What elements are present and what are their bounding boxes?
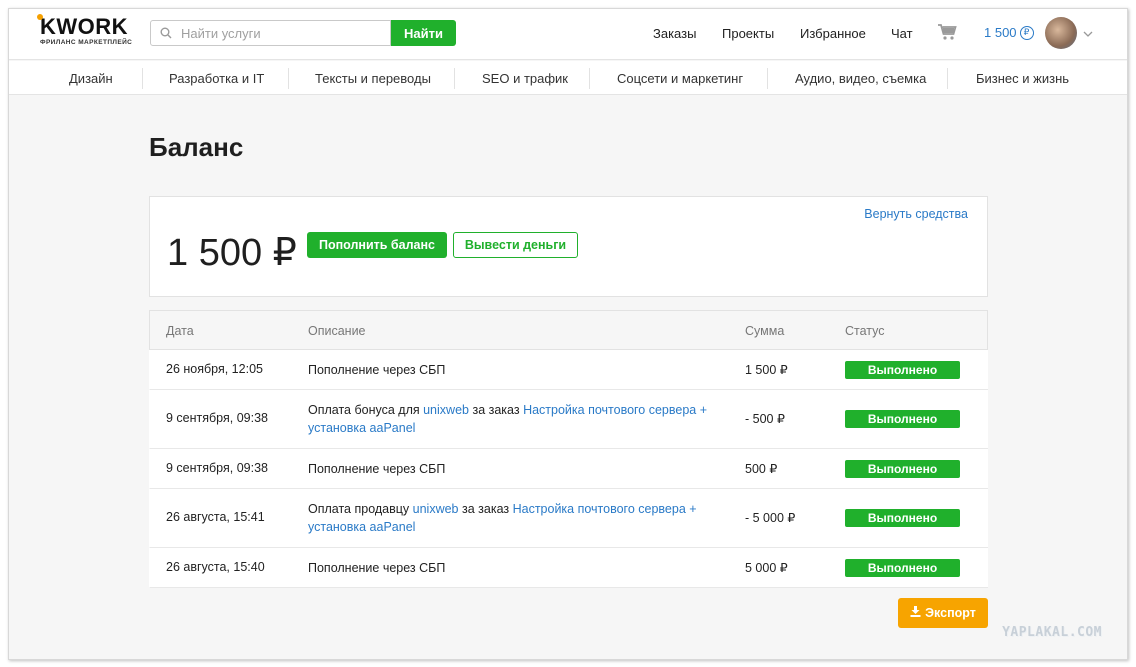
category-seo[interactable]: SEO и трафик [482,71,568,86]
nav-chat[interactable]: Чат [891,26,913,41]
category-divider [454,68,455,89]
nav-projects[interactable]: Проекты [722,26,774,41]
row-description: Пополнение через СБП [308,361,728,379]
logo-dot-icon [37,14,43,20]
row-description: Пополнение через СБП [308,559,728,577]
row-description-mid: за заказ [468,403,524,417]
category-divider [142,68,143,89]
download-icon [910,606,921,620]
category-divider [767,68,768,89]
table-row: 9 сентября, 09:38 Оплата бонуса для unix… [149,390,988,449]
logo-subtitle: ФРИЛАНС МАРКЕТПЛЕЙС [40,39,133,46]
row-description-text: Пополнение через СБП [308,561,446,575]
export-button[interactable]: Экспорт [898,598,988,628]
row-amount: 500 ₽ [745,462,778,476]
browser-frame: KWORK ФРИЛАНС МАРКЕТПЛЕЙС Найти Заказы П… [8,8,1128,660]
row-date: 26 ноября, 12:05 [166,362,263,376]
row-date: 9 сентября, 09:38 [166,461,268,475]
row-description-text: Пополнение через СБП [308,363,446,377]
header-balance[interactable]: 1 500 ₽ [984,25,1034,40]
row-amount: 1 500 ₽ [745,363,788,377]
row-description: Пополнение через СБП [308,460,728,478]
category-texts[interactable]: Тексты и переводы [315,71,431,86]
row-date: 26 августа, 15:40 [166,560,265,574]
category-divider [288,68,289,89]
header-status: Статус [845,324,885,338]
nav-orders[interactable]: Заказы [653,26,696,41]
row-description-mid: за заказ [458,502,513,516]
status-badge: Выполнено [845,559,960,577]
nav-favorites[interactable]: Избранное [800,26,866,41]
category-dev-it[interactable]: Разработка и IT [169,71,264,86]
table-row: 9 сентября, 09:38 Пополнение через СБП 5… [149,449,988,489]
site-header: KWORK ФРИЛАНС МАРКЕТПЛЕЙС Найти Заказы П… [9,9,1127,60]
table-row: 26 августа, 15:40 Пополнение через СБП 5… [149,548,988,588]
page-title: Баланс [149,132,244,162]
table-row: 26 августа, 15:41 Оплата продавцу unixwe… [149,489,988,548]
watermark-logo: YAPLAKAL.COM [1002,625,1102,640]
balance-amount: 1 500 ₽ [167,232,297,274]
row-amount: 5 000 ₽ [745,561,788,575]
header-balance-amount: 1 500 [984,25,1017,40]
category-business[interactable]: Бизнес и жизнь [976,71,1069,86]
status-badge: Выполнено [845,361,960,379]
row-description-text: Оплата продавцу [308,502,413,516]
category-divider [589,68,590,89]
row-date: 26 августа, 15:41 [166,510,265,524]
row-description-text: Оплата бонуса для [308,403,424,417]
user-link[interactable]: unixweb [413,502,459,516]
row-amount: - 500 ₽ [745,412,785,426]
row-description: Оплата продавцу unixweb за заказ Настрой… [308,500,728,536]
balance-card: 1 500 ₽ Пополнить баланс Вывести деньги … [149,196,988,297]
withdraw-button[interactable]: Вывести деньги [453,232,578,258]
status-badge: Выполнено [845,460,960,478]
status-badge: Выполнено [845,410,960,428]
search-box [150,20,391,46]
category-audio-video[interactable]: Аудио, видео, съемка [795,71,926,86]
cart-icon[interactable] [937,23,957,46]
row-description-text: Пополнение через СБП [308,462,446,476]
header-description: Описание [308,324,366,338]
row-date: 9 сентября, 09:38 [166,411,268,425]
avatar[interactable] [1045,17,1077,49]
search-button[interactable]: Найти [391,20,456,46]
user-link[interactable]: unixweb [423,403,469,417]
category-smm[interactable]: Соцсети и маркетинг [617,71,743,86]
chevron-down-icon[interactable] [1083,25,1093,43]
kwork-logo[interactable]: KWORK ФРИЛАНС МАРКЕТПЛЕЙС [37,14,133,46]
table-row: 26 ноября, 12:05 Пополнение через СБП 1 … [149,350,988,390]
transactions-table: Дата Описание Сумма Статус 26 ноября, 12… [149,310,988,588]
topup-button[interactable]: Пополнить баланс [307,232,447,258]
category-divider [947,68,948,89]
row-amount: - 5 000 ₽ [745,511,796,525]
refund-link[interactable]: Вернуть средства [864,207,968,221]
category-nav: Дизайн Разработка и IT Тексты и переводы… [9,61,1127,95]
export-label: Экспорт [925,606,976,620]
header-amount: Сумма [745,324,785,338]
row-description: Оплата бонуса для unixweb за заказ Настр… [308,401,728,437]
search-input[interactable] [181,25,381,41]
status-badge: Выполнено [845,509,960,527]
header-date: Дата [166,324,194,338]
logo-text: KWORK [37,14,132,38]
search-icon [151,27,181,39]
category-design[interactable]: Дизайн [69,71,113,86]
table-header: Дата Описание Сумма Статус [149,310,988,350]
ruble-icon: ₽ [1019,25,1034,40]
